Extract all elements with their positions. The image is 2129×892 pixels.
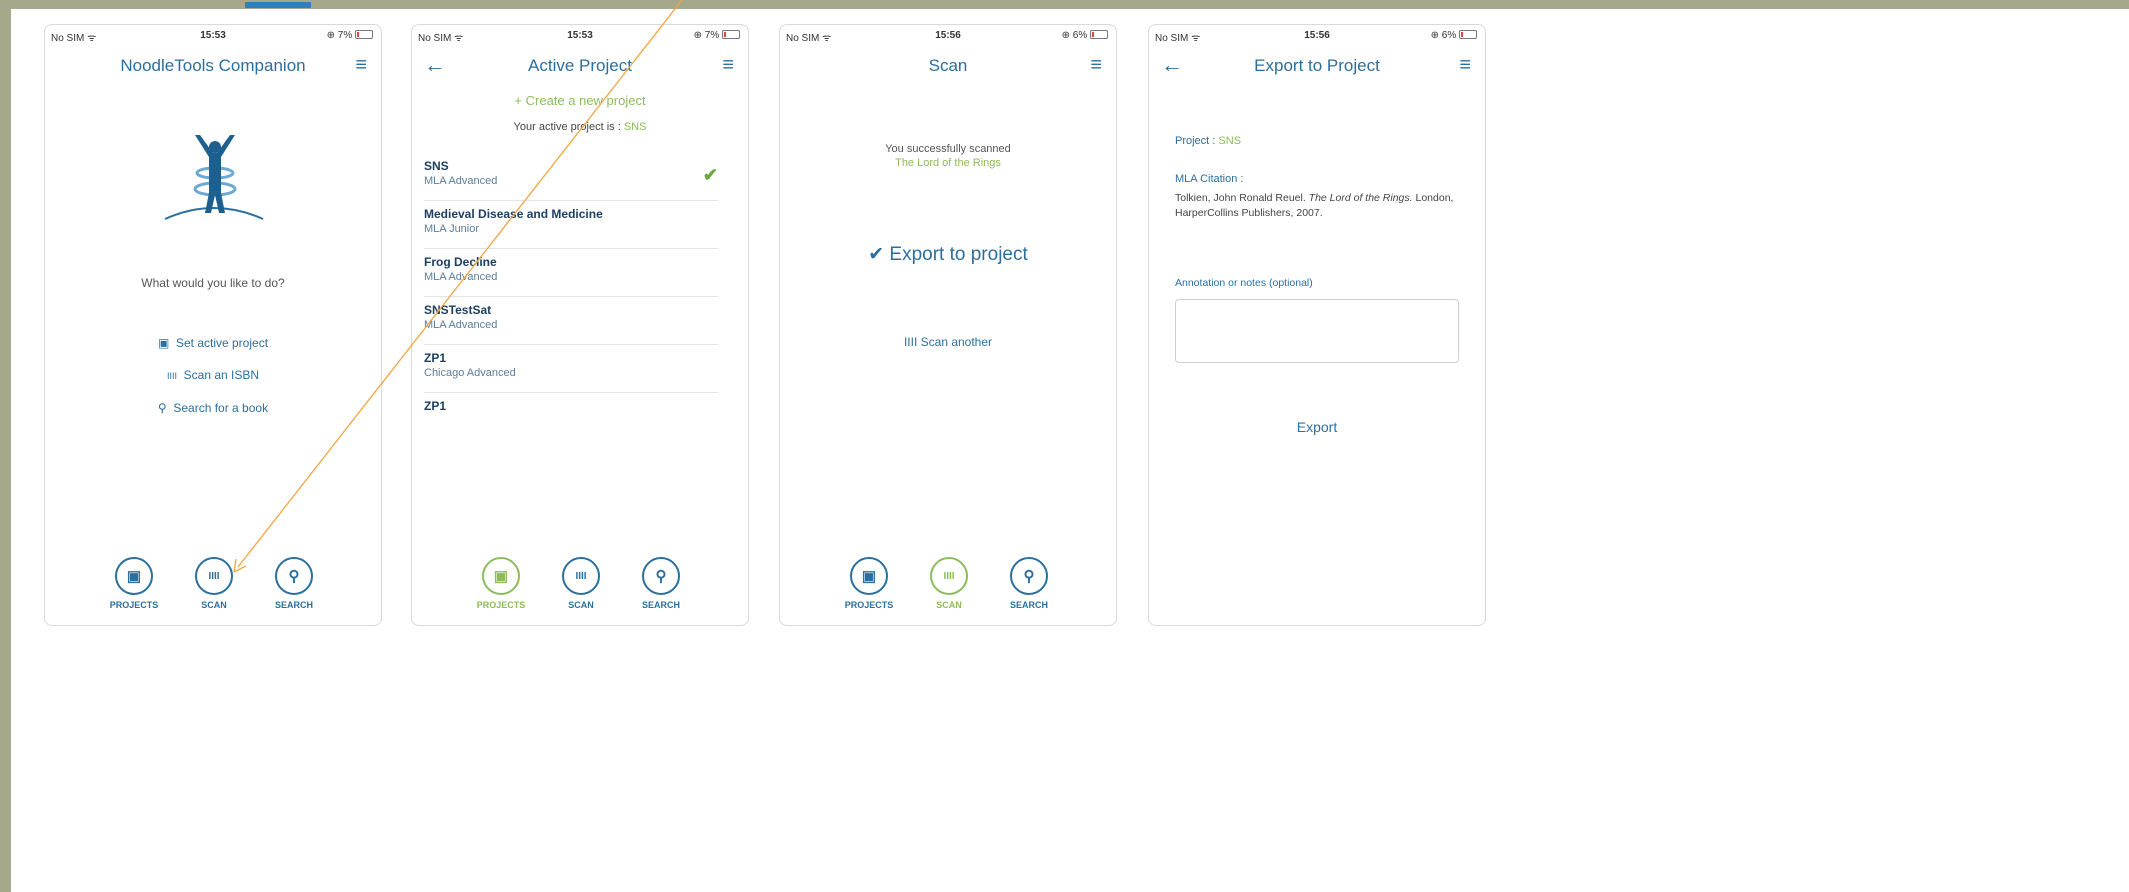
active-project-status: Your active project is : SNS xyxy=(513,121,647,133)
menu-icon[interactable]: ≡ xyxy=(1459,55,1471,75)
status-bar: No SIM ᯤ 15:53 ⊕ 7% xyxy=(412,30,748,46)
set-active-project-link[interactable]: ▣ Set active project xyxy=(45,336,381,350)
tab-projects[interactable]: ▣ PROJECTS xyxy=(832,557,906,610)
list-item[interactable]: ZP1 Chicago Advanced xyxy=(424,345,718,393)
tab-bar: ▣ PROJECTS IIII SCAN ⚲ SEARCH xyxy=(45,557,381,627)
slide-accent-mark xyxy=(245,2,311,8)
phone-screen-scan: No SIM ᯤ 15:56 ⊕ 6% Scan ≡ You successfu… xyxy=(779,24,1117,626)
search-icon: ⚲ xyxy=(1010,557,1048,595)
status-bar: No SIM ᯤ 15:56 ⊕ 6% xyxy=(1149,30,1485,46)
tab-scan[interactable]: IIII SCAN xyxy=(177,557,251,610)
create-project-link[interactable]: + Create a new project xyxy=(412,93,748,108)
tab-search[interactable]: ⚲ SEARCH xyxy=(624,557,698,610)
noodletools-logo xyxy=(164,135,264,220)
projects-icon: ▣ xyxy=(482,557,520,595)
scan-success-text: You successfully scanned xyxy=(885,143,1011,155)
page-title: Active Project xyxy=(528,56,632,75)
project-list: SNS MLA Advanced ✔ Medieval Disease and … xyxy=(424,153,718,440)
page-title: Scan xyxy=(928,56,968,75)
nav-bar: NoodleTools Companion ≡ xyxy=(45,51,381,81)
project-icon: ▣ xyxy=(157,336,170,350)
tab-projects[interactable]: ▣ PROJECTS xyxy=(464,557,538,610)
battery-indicator: ⊕ 6% xyxy=(1062,30,1108,41)
notes-field[interactable] xyxy=(1175,299,1459,363)
page-title: NoodleTools Companion xyxy=(120,56,306,75)
nav-bar: ← Export to Project ≡ xyxy=(1149,51,1485,81)
export-to-project-button[interactable]: ✔ Export to project xyxy=(780,243,1116,266)
page-title: Export to Project xyxy=(1254,56,1380,75)
tab-projects[interactable]: ▣ PROJECTS xyxy=(97,557,171,610)
export-button[interactable]: Export xyxy=(1149,419,1485,435)
barcode-icon: IIII xyxy=(562,557,600,595)
menu-icon[interactable]: ≡ xyxy=(1090,55,1102,75)
tab-search[interactable]: ⚲ SEARCH xyxy=(257,557,331,610)
tab-search[interactable]: ⚲ SEARCH xyxy=(992,557,1066,610)
battery-indicator: ⊕ 7% xyxy=(327,30,373,41)
search-icon: ⚲ xyxy=(275,557,313,595)
citation-label: MLA Citation : xyxy=(1175,173,1244,185)
tab-bar: ▣ PROJECTS IIII SCAN ⚲ SEARCH xyxy=(412,557,748,627)
barcode-icon: IIII xyxy=(195,557,233,595)
nav-bar: Scan ≡ xyxy=(780,51,1116,81)
list-item[interactable]: ZP1 xyxy=(424,393,718,440)
menu-icon[interactable]: ≡ xyxy=(355,55,367,75)
barcode-icon: IIII xyxy=(166,371,177,381)
search-icon: ⚲ xyxy=(157,401,167,415)
tab-bar: ▣ PROJECTS IIII SCAN ⚲ SEARCH xyxy=(780,557,1116,627)
battery-icon xyxy=(1090,30,1108,39)
check-icon: ✔ xyxy=(702,165,718,185)
status-bar: No SIM ᯤ 15:56 ⊕ 6% xyxy=(780,30,1116,46)
slide-left-band xyxy=(0,0,11,892)
battery-icon xyxy=(355,30,373,39)
slide-top-band xyxy=(0,0,2129,9)
battery-icon xyxy=(1459,30,1477,39)
project-line: Project : SNS xyxy=(1175,135,1242,147)
search-book-link[interactable]: ⚲ Search for a book xyxy=(45,401,381,415)
battery-icon xyxy=(722,30,740,39)
phone-screen-export: No SIM ᯤ 15:56 ⊕ 6% ← Export to Project … xyxy=(1148,24,1486,626)
prompt-text: What would you like to do? xyxy=(141,276,285,290)
list-item[interactable]: Medieval Disease and Medicine MLA Junior xyxy=(424,201,718,249)
menu-icon[interactable]: ≡ xyxy=(722,55,734,75)
citation-text: Tolkien, John Ronald Reuel. The Lord of … xyxy=(1175,192,1454,219)
scan-another-button[interactable]: IIII Scan another xyxy=(780,335,1116,349)
phone-screen-active-project: No SIM ᯤ 15:53 ⊕ 7% ← Active Project ≡ +… xyxy=(411,24,749,626)
notes-label: Annotation or notes (optional) xyxy=(1175,277,1313,289)
battery-indicator: ⊕ 6% xyxy=(1431,30,1477,41)
projects-icon: ▣ xyxy=(850,557,888,595)
nav-bar: ← Active Project ≡ xyxy=(412,51,748,81)
projects-icon: ▣ xyxy=(115,557,153,595)
list-item[interactable]: SNS MLA Advanced ✔ xyxy=(424,153,718,201)
scan-isbn-link[interactable]: IIII Scan an ISBN xyxy=(45,368,381,382)
list-item[interactable]: SNSTestSat MLA Advanced xyxy=(424,297,718,345)
scanned-book-title: The Lord of the Rings xyxy=(895,157,1001,169)
phone-screen-home: No SIM ᯤ 15:53 ⊕ 7% NoodleTools Companio… xyxy=(44,24,382,626)
search-icon: ⚲ xyxy=(642,557,680,595)
tab-scan[interactable]: IIII SCAN xyxy=(544,557,618,610)
tab-scan[interactable]: IIII SCAN xyxy=(912,557,986,610)
list-item[interactable]: Frog Decline MLA Advanced xyxy=(424,249,718,297)
barcode-icon: IIII xyxy=(930,557,968,595)
battery-indicator: ⊕ 7% xyxy=(694,30,740,41)
status-bar: No SIM ᯤ 15:53 ⊕ 7% xyxy=(45,30,381,46)
